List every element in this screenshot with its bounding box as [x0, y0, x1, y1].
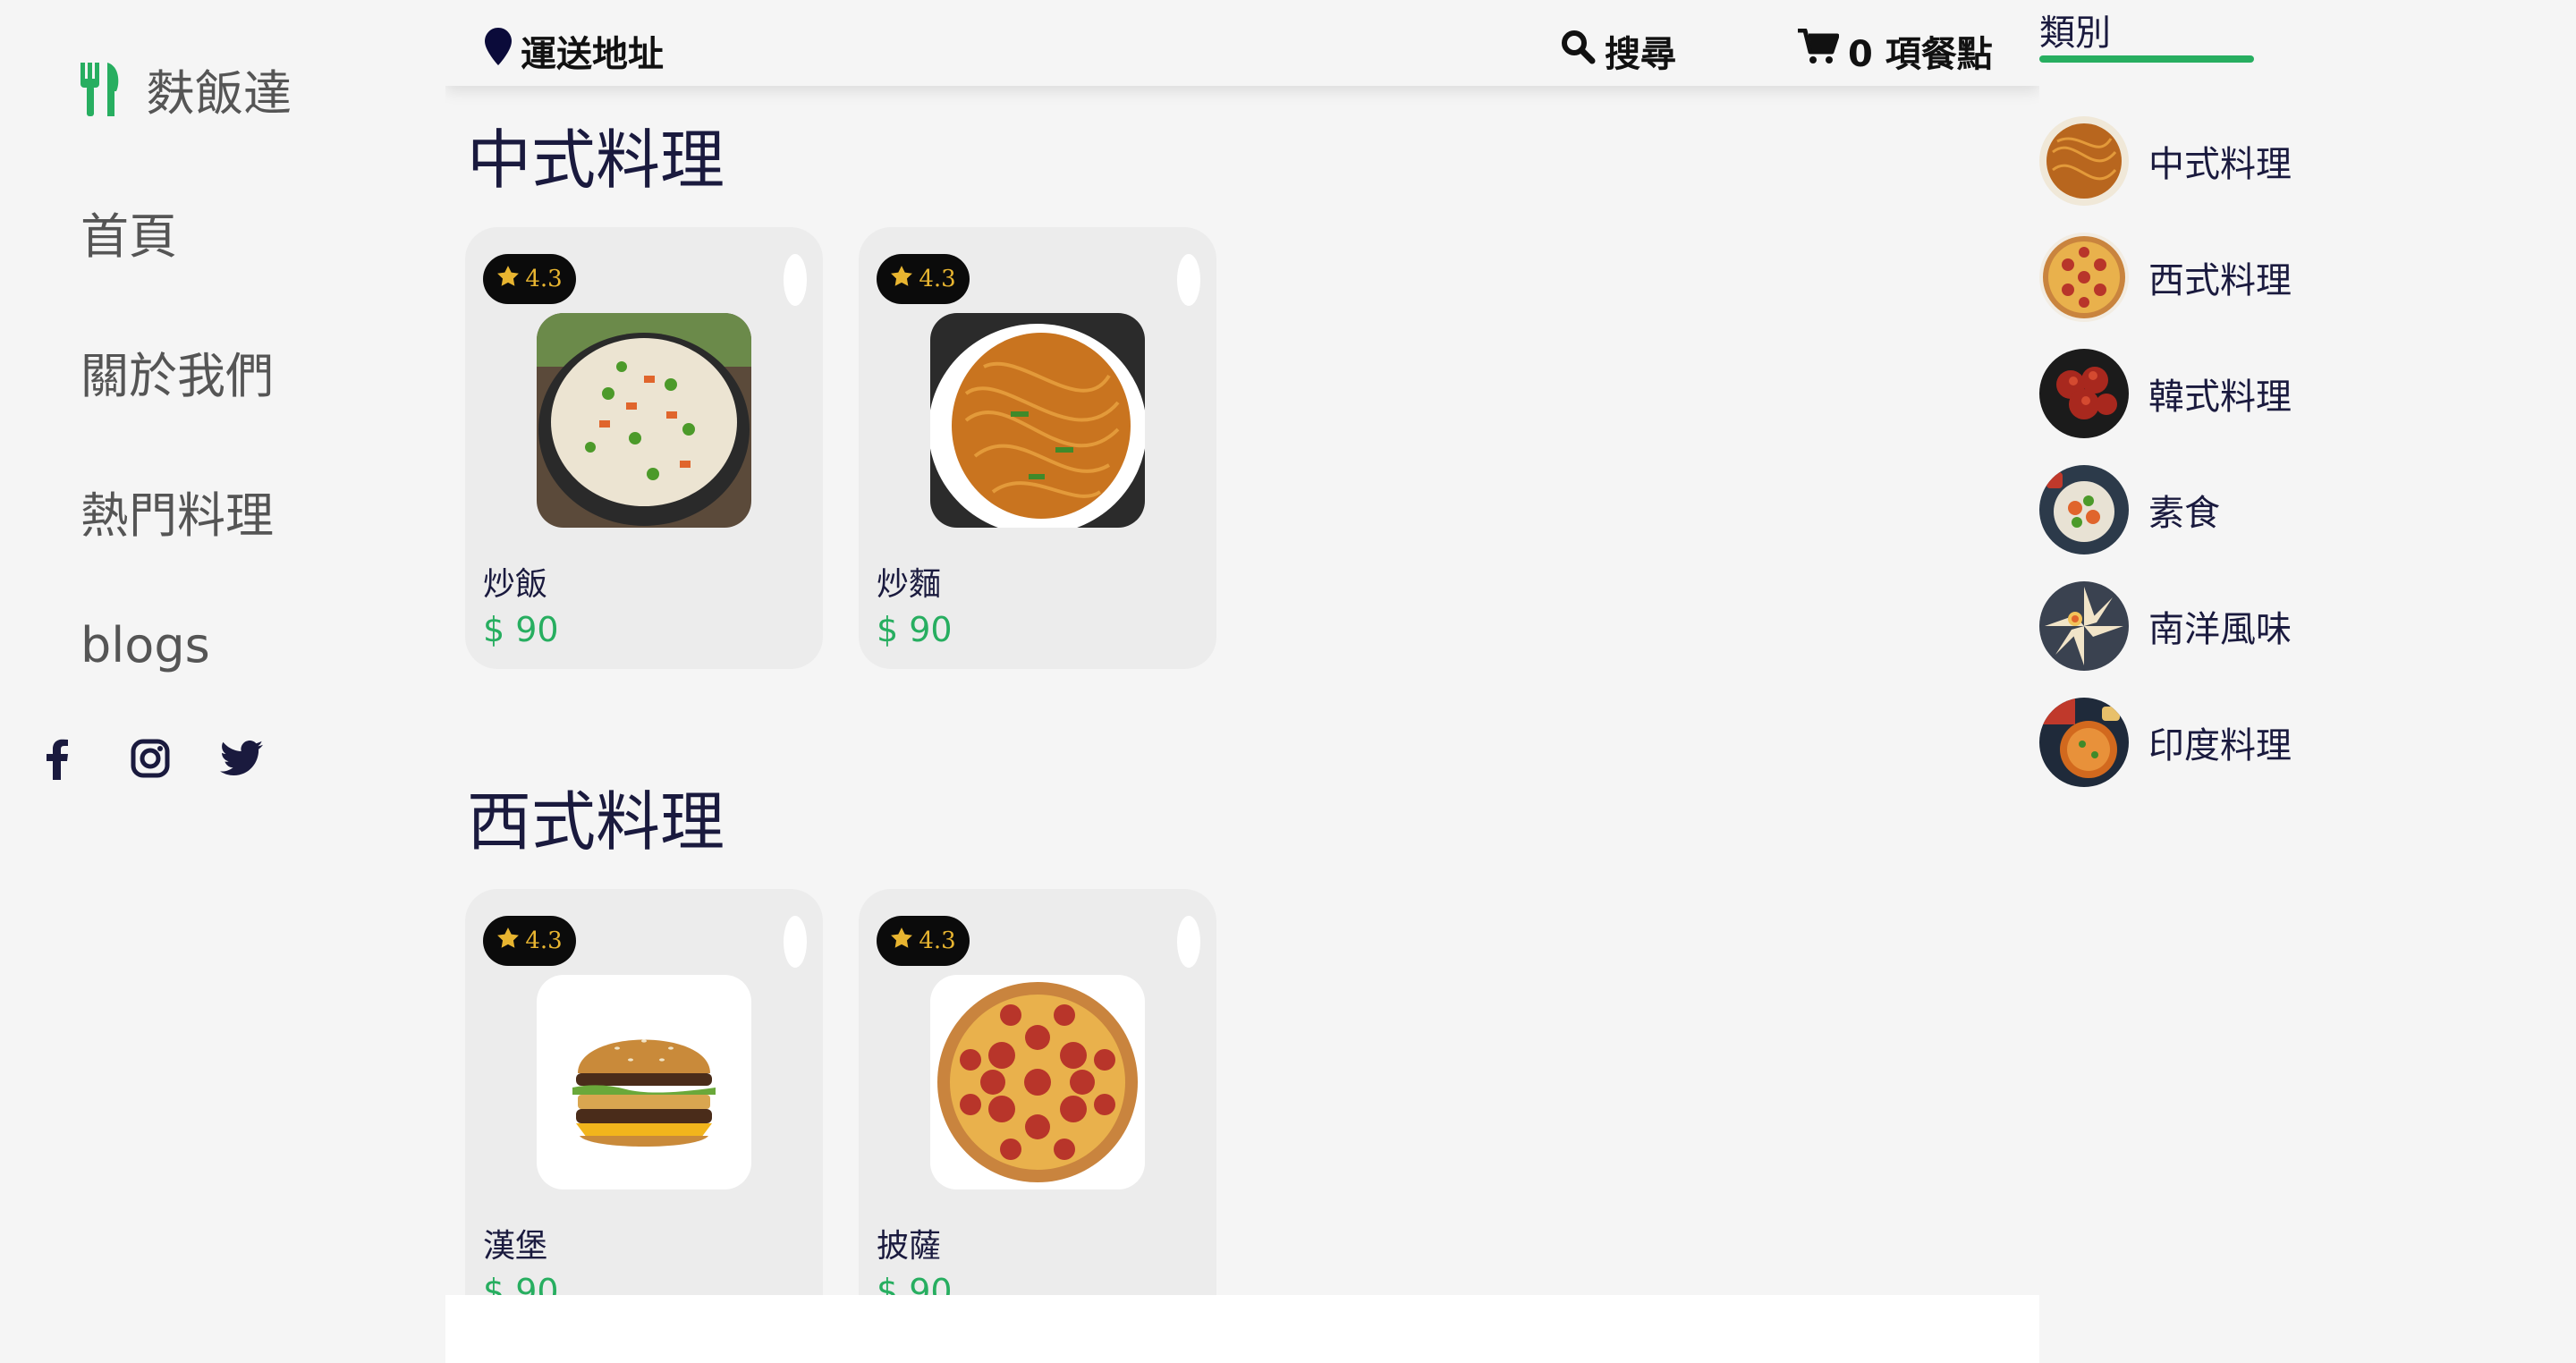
top-bar: 運送地址 搜尋 0 項餐點: [445, 0, 2039, 86]
pizza-image: [930, 975, 1145, 1189]
star-icon: [890, 927, 919, 956]
star-icon: [496, 265, 525, 294]
star-icon: [496, 927, 525, 956]
food-card[interactable]: 4.3 漢堡 $ 90: [465, 889, 823, 1295]
rating-badge: 4.3: [877, 916, 970, 966]
delivery-address[interactable]: 運送地址: [485, 25, 664, 77]
rating-badge: 4.3: [483, 254, 576, 304]
rating-value: 4.3: [525, 927, 563, 954]
cart-label: 0 項餐點: [1848, 34, 1993, 75]
food-card[interactable]: 4.3 炒飯 $ 90: [465, 227, 823, 669]
twitter-icon[interactable]: [216, 733, 267, 783]
utensils-icon: [80, 62, 122, 116]
category-item[interactable]: 素食: [2039, 465, 2220, 555]
rating-badge: 4.3: [877, 254, 970, 304]
search-button[interactable]: 搜尋: [1560, 25, 1676, 77]
category-item[interactable]: 南洋風味: [2039, 581, 2292, 671]
category-thumb: [2039, 698, 2129, 787]
category-item[interactable]: 韓式料理: [2039, 349, 2292, 438]
nav-home[interactable]: 首頁: [80, 197, 177, 267]
rating-value: 4.3: [919, 927, 956, 954]
favorite-toggle[interactable]: [1177, 254, 1200, 306]
category-title: 類別: [2039, 13, 2111, 54]
category-panel: 類別 中式料理 西式料理 韓式料理 素食 南洋風味 印度料理: [2039, 0, 2576, 1363]
favorite-toggle[interactable]: [784, 254, 807, 306]
brand-logo[interactable]: 麩飯達: [80, 54, 292, 124]
burger-image: [537, 975, 751, 1189]
food-name: 炒飯: [483, 566, 548, 603]
bottom-strip: [445, 1295, 2039, 1363]
sidebar: 麩飯達 首頁 關於我們 熱門料理 blogs: [0, 0, 445, 1363]
section-title-western: 西式料理: [467, 784, 725, 859]
star-icon: [890, 265, 919, 294]
rating-value: 4.3: [919, 266, 956, 292]
category-label: 韓式料理: [2148, 377, 2292, 418]
section-title-chinese: 中式料理: [467, 123, 725, 198]
fried-rice-image: [537, 313, 751, 528]
category-thumb: [2039, 233, 2129, 322]
category-thumb: [2039, 349, 2129, 438]
rating-badge: 4.3: [483, 916, 576, 966]
fried-noodles-image: [930, 313, 1145, 528]
location-pin-icon: [485, 28, 521, 74]
facebook-icon[interactable]: [32, 733, 82, 783]
category-label: 中式料理: [2148, 144, 2292, 185]
brand-name: 麩飯達: [147, 65, 292, 122]
category-item[interactable]: 中式料理: [2039, 116, 2292, 206]
rating-value: 4.3: [525, 266, 563, 292]
food-card[interactable]: 4.3 披薩 $ 90: [859, 889, 1216, 1295]
category-thumb: [2039, 465, 2129, 555]
instagram-icon[interactable]: [125, 733, 175, 783]
main-content: 運送地址 搜尋 0 項餐點 中式料理 4.3 炒飯 $ 90 4.3 炒麵 $ …: [445, 0, 2039, 1295]
search-icon: [1560, 29, 1605, 73]
category-label: 素食: [2148, 493, 2220, 534]
food-name: 披薩: [877, 1228, 942, 1265]
category-label: 南洋風味: [2148, 609, 2292, 650]
food-price: $ 90: [877, 1272, 953, 1295]
category-item[interactable]: 西式料理: [2039, 233, 2292, 322]
category-label: 印度料理: [2148, 725, 2292, 766]
food-price: $ 90: [483, 1272, 559, 1295]
food-name: 炒麵: [877, 566, 942, 603]
category-underline: [2039, 55, 2254, 63]
category-item[interactable]: 印度料理: [2039, 698, 2292, 787]
address-label: 運送地址: [521, 34, 664, 75]
category-thumb: [2039, 581, 2129, 671]
food-name: 漢堡: [483, 1228, 548, 1265]
cart-button[interactable]: 0 項餐點: [1798, 25, 1993, 77]
category-label: 西式料理: [2148, 260, 2292, 301]
nav-blogs[interactable]: blogs: [80, 617, 210, 673]
cart-icon: [1798, 28, 1848, 73]
nav-about[interactable]: 關於我們: [80, 336, 274, 407]
nav-popular[interactable]: 熱門料理: [80, 476, 274, 546]
favorite-toggle[interactable]: [784, 916, 807, 968]
food-price: $ 90: [483, 610, 559, 649]
food-price: $ 90: [877, 610, 953, 649]
food-card[interactable]: 4.3 炒麵 $ 90: [859, 227, 1216, 669]
search-label: 搜尋: [1605, 34, 1676, 75]
category-thumb: [2039, 116, 2129, 206]
favorite-toggle[interactable]: [1177, 916, 1200, 968]
